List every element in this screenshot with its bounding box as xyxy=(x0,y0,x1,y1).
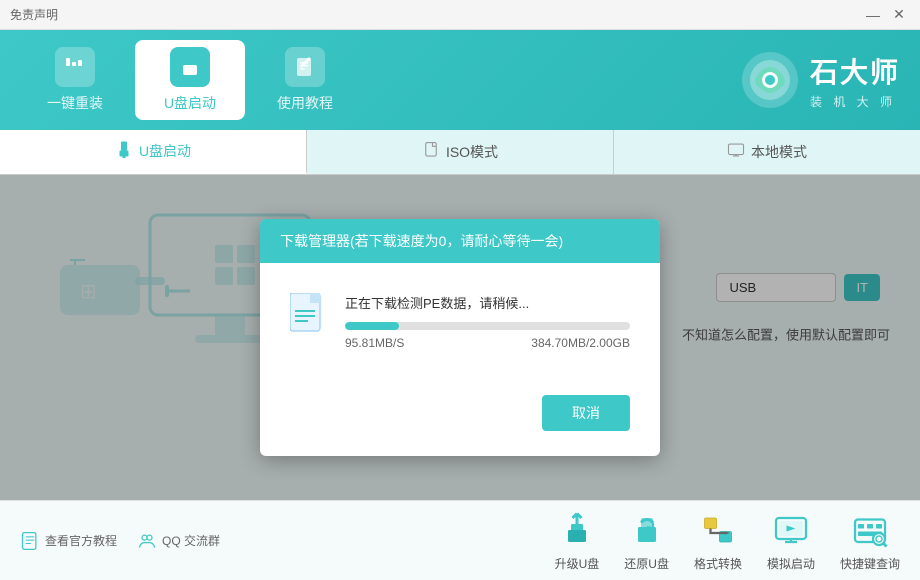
download-progress: 384.70MB/2.00GB xyxy=(531,336,630,350)
modal-overlay: 下载管理器(若下载速度为0，请耐心等待一会) xyxy=(0,175,920,500)
subtab-iso[interactable]: ISO模式 xyxy=(307,130,614,174)
group-icon xyxy=(137,531,157,551)
upgrade-usb-action[interactable]: 升级U盘 xyxy=(555,510,600,572)
modal-header: 下载管理器(若下载速度为0，请耐心等待一会) xyxy=(260,219,660,263)
usb-subtab-icon xyxy=(115,140,133,163)
shortcut-query-label: 快捷键查询 xyxy=(840,555,900,572)
progress-stats: 95.81MB/S 384.70MB/2.00GB xyxy=(345,336,630,350)
disclaimer-link[interactable]: 免责声明 xyxy=(10,6,58,23)
footer: 查看官方教程 QQ 交流群 升级U盘 xyxy=(0,500,920,580)
iso-subtab-icon xyxy=(422,141,440,164)
qq-group-link[interactable]: QQ 交流群 xyxy=(137,531,220,551)
logo-icon xyxy=(740,50,800,110)
header: 一键重装 U盘启动 使用教程 xyxy=(0,30,920,130)
close-button[interactable]: ✕ xyxy=(886,4,912,26)
qq-group-label: QQ 交流群 xyxy=(162,532,220,549)
logo-sub: 装 机 大 师 xyxy=(810,93,900,110)
shortcut-query-action[interactable]: 快捷键查询 xyxy=(840,510,900,572)
local-subtab-icon xyxy=(727,141,745,164)
simulate-boot-icon xyxy=(771,510,811,550)
logo-text-area: 石大师 装 机 大 师 xyxy=(810,51,900,110)
official-tutorial-label: 查看官方教程 xyxy=(45,532,117,549)
upgrade-usb-label: 升级U盘 xyxy=(555,555,600,572)
tab-usb-boot[interactable]: U盘启动 xyxy=(135,40,245,120)
official-tutorial-link[interactable]: 查看官方教程 xyxy=(20,531,117,551)
modal-title: 下载管理器(若下载速度为0，请耐心等待一会) xyxy=(280,233,563,249)
book-icon xyxy=(20,531,40,551)
subtab-local[interactable]: 本地模式 xyxy=(614,130,920,174)
footer-links: 查看官方教程 QQ 交流群 xyxy=(20,531,220,551)
format-convert-action[interactable]: 格式转换 xyxy=(694,510,742,572)
modal-body: 正在下载检测PE数据，请稍候... 95.81MB/S 384.70MB/2.0… xyxy=(260,263,660,385)
restore-usb-icon xyxy=(627,510,667,550)
footer-actions: 升级U盘 还原U盘 xyxy=(555,510,900,572)
minimize-button[interactable]: — xyxy=(860,4,886,26)
simulate-boot-action[interactable]: 模拟启动 xyxy=(767,510,815,572)
nav-tabs: 一键重装 U盘启动 使用教程 xyxy=(20,40,360,120)
format-convert-label: 格式转换 xyxy=(694,555,742,572)
titlebar: 免责声明 — ✕ xyxy=(0,0,920,30)
restore-usb-label: 还原U盘 xyxy=(624,555,669,572)
usb-boot-icon xyxy=(170,47,210,87)
tutorial-icon xyxy=(285,47,325,87)
download-info: 正在下载检测PE数据，请稍候... 95.81MB/S 384.70MB/2.0… xyxy=(290,293,630,350)
download-text-area: 正在下载检测PE数据，请稍候... 95.81MB/S 384.70MB/2.0… xyxy=(345,293,630,350)
progress-bar-fill xyxy=(345,322,399,330)
format-convert-icon xyxy=(698,510,738,550)
tab-tutorial[interactable]: 使用教程 xyxy=(250,40,360,120)
tab-usb-boot-label: U盘启动 xyxy=(164,93,216,113)
progress-bar-background xyxy=(345,322,630,330)
download-modal: 下载管理器(若下载速度为0，请耐心等待一会) xyxy=(260,219,660,456)
upgrade-usb-icon xyxy=(557,510,597,550)
restore-usb-action[interactable]: 还原U盘 xyxy=(624,510,669,572)
tab-reinstall[interactable]: 一键重装 xyxy=(20,40,130,120)
simulate-boot-label: 模拟启动 xyxy=(767,555,815,572)
modal-footer: 取消 xyxy=(260,385,660,456)
logo-area: 石大师 装 机 大 师 xyxy=(740,50,900,110)
shortcut-query-icon xyxy=(850,510,890,550)
cancel-button[interactable]: 取消 xyxy=(542,395,630,431)
subtab-local-label: 本地模式 xyxy=(751,142,807,162)
subtab-usb-label: U盘启动 xyxy=(139,141,191,161)
logo-name: 石大师 xyxy=(810,51,900,91)
subtab-iso-label: ISO模式 xyxy=(446,142,498,162)
subtab-usb[interactable]: U盘启动 xyxy=(0,130,307,174)
reinstall-icon xyxy=(55,47,95,87)
subtabs: U盘启动 ISO模式 本地模式 xyxy=(0,130,920,175)
tab-tutorial-label: 使用教程 xyxy=(277,93,333,113)
tab-reinstall-label: 一键重装 xyxy=(47,93,103,113)
file-icon xyxy=(290,293,330,338)
download-status: 正在下载检测PE数据，请稍候... xyxy=(345,293,630,312)
download-speed: 95.81MB/S xyxy=(345,336,404,350)
